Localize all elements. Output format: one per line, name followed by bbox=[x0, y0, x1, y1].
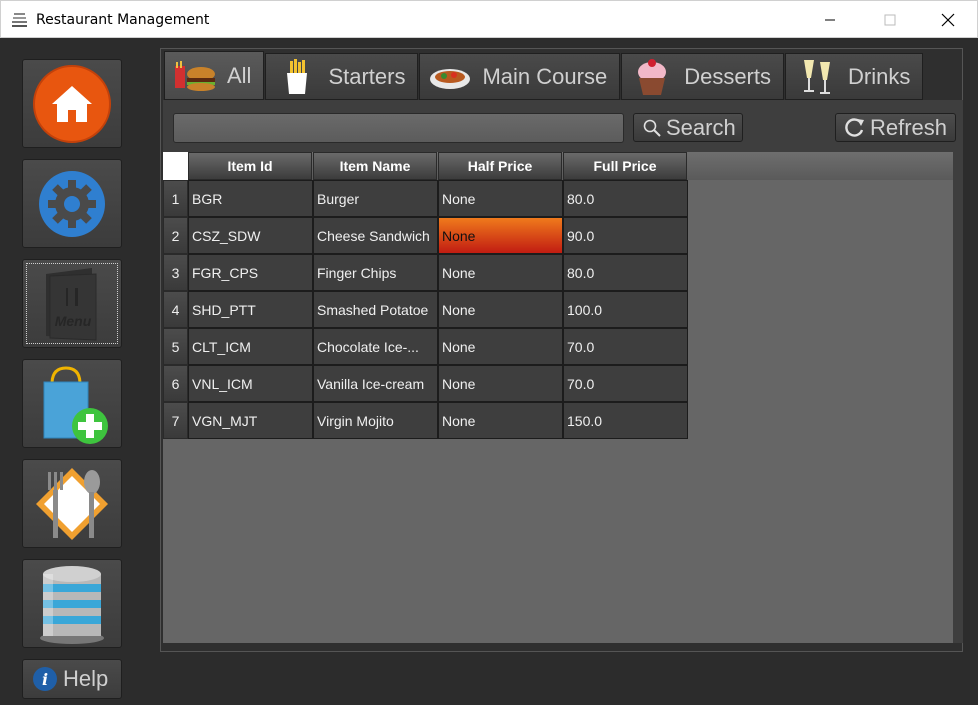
maximize-icon bbox=[884, 14, 896, 25]
row-header[interactable]: 5 bbox=[163, 328, 188, 365]
table-cell-item-id[interactable]: CSZ_SDW bbox=[188, 217, 313, 254]
refresh-button[interactable]: Refresh bbox=[835, 113, 956, 142]
search-button-label: Search bbox=[666, 114, 736, 140]
column-header-full-price[interactable]: Full Price bbox=[563, 152, 687, 180]
fast-food-icon bbox=[175, 60, 215, 91]
fries-icon bbox=[287, 58, 308, 94]
category-tabs: All Starters Main Course Desserts Drinks bbox=[164, 51, 924, 100]
table-cell-item-name[interactable]: Vanilla Ice-cream bbox=[313, 365, 438, 402]
refresh-button-label: Refresh bbox=[870, 114, 948, 140]
minimize-button[interactable] bbox=[807, 1, 853, 38]
table-cell-item-id[interactable]: SHD_PTT bbox=[188, 291, 313, 328]
row-header[interactable]: 7 bbox=[163, 402, 188, 439]
table-cell-item-name[interactable]: Chocolate Ice-... bbox=[313, 328, 438, 365]
table-cell-full-price[interactable]: 150.0 bbox=[563, 402, 688, 439]
tab-desserts-label: Desserts bbox=[684, 63, 771, 89]
menu-book-icon: Menu bbox=[46, 267, 97, 341]
column-header-half-price[interactable]: Half Price bbox=[438, 152, 562, 180]
help-label: Help bbox=[63, 666, 109, 691]
table-cell-full-price[interactable]: 90.0 bbox=[563, 217, 688, 254]
minimize-icon bbox=[825, 19, 835, 20]
table-cell-item-id[interactable]: CLT_ICM bbox=[188, 328, 313, 365]
table-cell-item-id[interactable]: VNL_ICM bbox=[188, 365, 313, 402]
tab-all[interactable]: All bbox=[164, 51, 265, 100]
shopping-bag-add-icon bbox=[43, 365, 108, 444]
table-cell-full-price[interactable]: 70.0 bbox=[563, 328, 688, 365]
sidebar-item-dining[interactable] bbox=[22, 459, 122, 548]
table-cell-full-price[interactable]: 80.0 bbox=[563, 180, 688, 217]
maximize-button[interactable] bbox=[867, 1, 913, 38]
tab-starters[interactable]: Starters bbox=[265, 53, 419, 100]
champagne-icon bbox=[804, 59, 830, 94]
sidebar-item-database[interactable] bbox=[22, 559, 122, 648]
tab-main-course[interactable]: Main Course bbox=[419, 53, 621, 100]
row-header[interactable]: 2 bbox=[163, 217, 188, 254]
tab-drinks-label: Drinks bbox=[848, 63, 911, 89]
table-cell-item-name[interactable]: Smashed Potatoe bbox=[313, 291, 438, 328]
sidebar-item-settings[interactable] bbox=[22, 159, 122, 248]
search-button[interactable]: Search bbox=[633, 113, 743, 142]
table-cell-item-name[interactable]: Virgin Mojito bbox=[313, 402, 438, 439]
row-header[interactable]: 4 bbox=[163, 291, 188, 328]
close-icon bbox=[941, 13, 955, 26]
column-header-item-name[interactable]: Item Name bbox=[313, 152, 437, 180]
table-cell-item-name[interactable]: Burger bbox=[313, 180, 438, 217]
sidebar-item-add-order[interactable] bbox=[22, 359, 122, 448]
row-header[interactable]: 6 bbox=[163, 365, 188, 402]
row-header[interactable]: 3 bbox=[163, 254, 188, 291]
cupcake-icon bbox=[638, 58, 667, 95]
table-cell-half-price[interactable]: None bbox=[438, 291, 563, 328]
sidebar-item-home[interactable] bbox=[22, 59, 122, 148]
table-cell-full-price[interactable]: 80.0 bbox=[563, 254, 688, 291]
menu-book-text: Menu bbox=[55, 313, 92, 329]
table-cell-item-name[interactable]: Cheese Sandwich bbox=[313, 217, 438, 254]
close-button[interactable] bbox=[925, 1, 971, 38]
menu-items-table: Item Id Item Name Half Price Full Price … bbox=[163, 152, 953, 643]
search-icon bbox=[643, 119, 661, 137]
table-cell-half-price[interactable]: None bbox=[438, 402, 563, 439]
tab-main-course-label: Main Course bbox=[482, 63, 608, 89]
table-cell-item-id[interactable]: VGN_MJT bbox=[188, 402, 313, 439]
window-title: Restaurant Management bbox=[36, 12, 210, 28]
gear-icon bbox=[39, 170, 105, 237]
info-icon: i bbox=[33, 667, 57, 691]
column-header-item-id[interactable]: Item Id bbox=[188, 152, 312, 180]
table-cell-full-price[interactable]: 70.0 bbox=[563, 365, 688, 402]
table-cell-half-price[interactable]: None bbox=[438, 328, 563, 365]
table-cell-half-price-selected[interactable]: None bbox=[438, 217, 563, 254]
sidebar: Menu i Help bbox=[0, 38, 150, 705]
title-bar: Restaurant Management bbox=[0, 0, 978, 38]
tab-all-label: All bbox=[227, 62, 252, 88]
row-header[interactable]: 1 bbox=[163, 180, 188, 217]
table-cell-half-price[interactable]: None bbox=[438, 254, 563, 291]
table-cell-half-price[interactable]: None bbox=[438, 180, 563, 217]
tab-desserts[interactable]: Desserts bbox=[621, 53, 784, 100]
tab-starters-label: Starters bbox=[328, 63, 406, 89]
table-cell-item-id[interactable]: BGR bbox=[188, 180, 313, 217]
main-course-plate-icon bbox=[430, 68, 471, 89]
sidebar-item-menu[interactable]: Menu bbox=[22, 259, 122, 348]
dining-icon bbox=[36, 467, 108, 540]
table-cell-item-name[interactable]: Finger Chips bbox=[313, 254, 438, 291]
table-cell-half-price[interactable]: None bbox=[438, 365, 563, 402]
table-cell-full-price[interactable]: 100.0 bbox=[563, 291, 688, 328]
search-input[interactable] bbox=[173, 113, 624, 143]
table-corner-button[interactable] bbox=[163, 152, 188, 180]
tab-drinks[interactable]: Drinks bbox=[785, 53, 924, 100]
app-icon bbox=[12, 13, 27, 27]
help-button[interactable]: i Help bbox=[22, 659, 122, 699]
refresh-icon bbox=[845, 117, 864, 137]
table-cell-item-id[interactable]: FGR_CPS bbox=[188, 254, 313, 291]
home-icon bbox=[33, 64, 111, 143]
database-icon bbox=[40, 565, 104, 644]
